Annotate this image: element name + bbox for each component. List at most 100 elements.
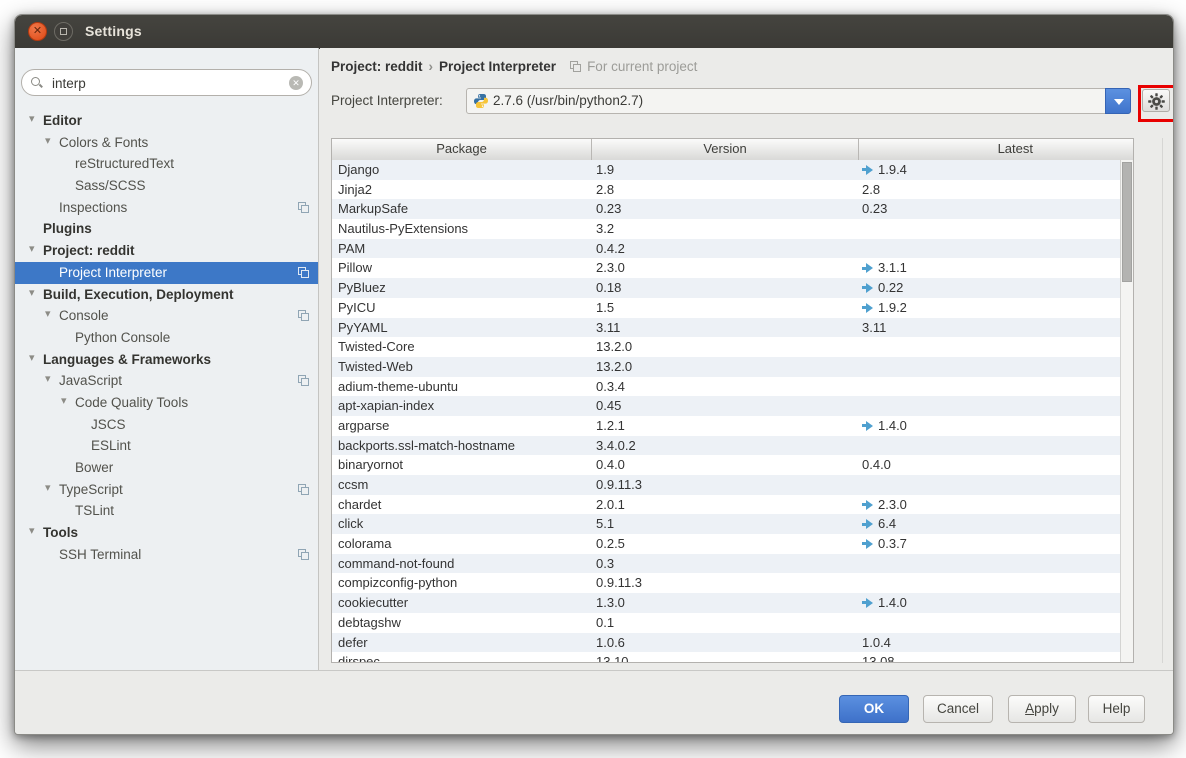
package-row-debtagshw[interactable]: debtagshw0.1 — [332, 613, 1133, 633]
sidebar-item-python-console[interactable]: Python Console — [15, 327, 318, 349]
package-row-twisted-web[interactable]: Twisted-Web13.2.0 — [332, 357, 1133, 377]
search-icon — [31, 77, 40, 86]
sidebar-item-ssh-terminal[interactable]: SSH Terminal — [15, 544, 318, 566]
package-version: 0.18 — [592, 278, 859, 298]
sidebar-item-label: Bower — [75, 460, 113, 475]
sidebar-item-project-interpreter[interactable]: Project Interpreter — [15, 262, 318, 284]
upgrade-arrow-icon — [862, 500, 873, 509]
sidebar-item-editor[interactable]: ▾Editor — [15, 110, 318, 132]
package-version: 13.10 — [592, 652, 859, 663]
expander-arrow-icon[interactable]: ▾ — [29, 286, 35, 299]
package-latest: 0.4.0 — [859, 455, 1133, 475]
sidebar-item-bower[interactable]: Bower — [15, 457, 318, 479]
package-row-django[interactable]: Django1.91.9.4 — [332, 160, 1133, 180]
sidebar-item-tools[interactable]: ▾ Tools — [15, 522, 318, 544]
package-row-binaryornot[interactable]: binaryornot0.4.00.4.0 — [332, 455, 1133, 475]
search-input[interactable] — [50, 73, 284, 94]
upgrade-arrow-icon — [862, 165, 873, 174]
sidebar-item-label: Tools — [43, 525, 78, 540]
package-row-markupsafe[interactable]: MarkupSafe0.230.23 — [332, 199, 1133, 219]
sidebar-item-restructuredtext[interactable]: reStructuredText — [15, 153, 318, 175]
package-row-click[interactable]: click5.16.4 — [332, 514, 1133, 534]
sidebar-item-build-execution-deployment[interactable]: ▾Build, Execution, Deployment — [15, 284, 318, 306]
package-latest: 0.22 — [859, 278, 1133, 298]
expander-arrow-icon[interactable]: ▾ — [61, 394, 67, 407]
sidebar-item-label: Project Interpreter — [59, 265, 167, 280]
expander-arrow-icon[interactable]: ▾ — [45, 372, 51, 385]
help-button[interactable]: Help — [1088, 695, 1145, 723]
sidebar-item-sass-scss[interactable]: Sass/SCSS — [15, 175, 318, 197]
breadcrumb: Project: reddit›Project InterpreterFor c… — [331, 59, 697, 74]
column-header-version[interactable]: Version — [592, 139, 859, 160]
package-row-ccsm[interactable]: ccsm0.9.11.3 — [332, 475, 1133, 495]
package-row-dirspec[interactable]: dirspec13.1013.08 — [332, 652, 1133, 663]
sidebar-item-label: TSLint — [75, 503, 114, 518]
package-row-compizconfig-python[interactable]: compizconfig-python0.9.11.3 — [332, 573, 1133, 593]
sidebar-item-languages-frameworks[interactable]: ▾Languages & Frameworks — [15, 349, 318, 371]
expander-arrow-icon[interactable]: ▾ — [45, 134, 51, 147]
table-header[interactable]: PackageVersionLatest — [332, 139, 1133, 161]
packages-table[interactable]: PackageVersionLatest Django1.91.9.4Jinja… — [331, 138, 1134, 663]
package-latest: 0.23 — [859, 199, 1133, 219]
package-row-backports-ssl-match-hostname[interactable]: backports.ssl-match-hostname3.4.0.2 — [332, 436, 1133, 456]
package-row-cookiecutter[interactable]: cookiecutter1.3.01.4.0 — [332, 593, 1133, 613]
sidebar-item-plugins[interactable]: Plugins — [15, 218, 318, 240]
package-row-pillow[interactable]: Pillow2.3.03.1.1 — [332, 258, 1133, 278]
apply-button[interactable]: Apply — [1008, 695, 1076, 723]
package-row-colorama[interactable]: colorama0.2.50.3.7 — [332, 534, 1133, 554]
package-row-pybluez[interactable]: PyBluez0.180.22 — [332, 278, 1133, 298]
latest-version-text: 0.23 — [862, 199, 887, 219]
sidebar-item-code-quality-tools[interactable]: ▾Code Quality Tools — [15, 392, 318, 414]
window-maximize-button[interactable] — [54, 22, 73, 41]
package-name: Nautilus-PyExtensions — [332, 219, 592, 239]
column-header-latest[interactable]: Latest — [859, 139, 1133, 160]
package-name: PyBluez — [332, 278, 592, 298]
expander-arrow-icon[interactable]: ▾ — [29, 524, 35, 537]
package-row-argparse[interactable]: argparse1.2.11.4.0 — [332, 416, 1133, 436]
interpreter-gear-button[interactable] — [1142, 89, 1170, 112]
expander-arrow-icon[interactable]: ▾ — [45, 307, 51, 320]
expander-arrow-icon[interactable]: ▾ — [29, 242, 35, 255]
package-version: 1.3.0 — [592, 593, 859, 613]
expander-arrow-icon[interactable]: ▾ — [29, 112, 35, 125]
package-version: 0.2.5 — [592, 534, 859, 554]
sidebar-item-eslint[interactable]: ESLint — [15, 435, 318, 457]
package-row-jinja2[interactable]: Jinja22.82.8 — [332, 180, 1133, 200]
package-row-command-not-found[interactable]: command-not-found0.3 — [332, 554, 1133, 574]
window-close-button[interactable]: ✕ — [28, 22, 47, 41]
clear-search-icon[interactable]: ✕ — [289, 76, 303, 90]
expander-arrow-icon[interactable]: ▾ — [45, 481, 51, 494]
upgrade-arrow-icon — [862, 264, 873, 273]
ok-button[interactable]: OK — [839, 695, 909, 723]
expander-arrow-icon[interactable]: ▾ — [29, 351, 35, 364]
package-row-defer[interactable]: defer1.0.61.0.4 — [332, 633, 1133, 653]
package-name: cookiecutter — [332, 593, 592, 613]
package-row-adium-theme-ubuntu[interactable]: adium-theme-ubuntu0.3.4 — [332, 377, 1133, 397]
package-row-pyyaml[interactable]: PyYAML3.113.11 — [332, 318, 1133, 338]
package-row-chardet[interactable]: chardet2.0.12.3.0 — [332, 495, 1133, 515]
table-scrollbar[interactable] — [1120, 160, 1133, 662]
cancel-button[interactable]: Cancel — [923, 695, 993, 723]
package-name: chardet — [332, 495, 592, 515]
sidebar-item-inspections[interactable]: Inspections — [15, 197, 318, 219]
sidebar-item-javascript[interactable]: ▾JavaScript — [15, 370, 318, 392]
interpreter-combobox[interactable]: 2.7.6 (/usr/bin/python2.7) — [466, 88, 1131, 114]
scrollbar-thumb[interactable] — [1122, 162, 1132, 282]
latest-version-text: 1.9.2 — [878, 298, 907, 318]
sidebar-item-typescript[interactable]: ▾TypeScript — [15, 479, 318, 501]
title-bar[interactable]: ✕ Settings — [15, 15, 1173, 49]
package-row-twisted-core[interactable]: Twisted-Core13.2.0 — [332, 337, 1133, 357]
settings-search-box[interactable]: ✕ — [21, 69, 312, 96]
package-row-nautilus-pyextensions[interactable]: Nautilus-PyExtensions3.2 — [332, 219, 1133, 239]
sidebar-item-jscs[interactable]: JSCS — [15, 414, 318, 436]
package-name: dirspec — [332, 652, 592, 663]
package-row-apt-xapian-index[interactable]: apt-xapian-index0.45 — [332, 396, 1133, 416]
sidebar-item-colors-fonts[interactable]: ▾Colors & Fonts — [15, 132, 318, 154]
package-row-pyicu[interactable]: PyICU1.51.9.2 — [332, 298, 1133, 318]
interpreter-dropdown-button[interactable] — [1105, 88, 1131, 114]
sidebar-item-tslint[interactable]: TSLint — [15, 500, 318, 522]
sidebar-item-console[interactable]: ▾Console — [15, 305, 318, 327]
sidebar-item-project-reddit[interactable]: ▾Project: reddit — [15, 240, 318, 262]
package-row-pam[interactable]: PAM0.4.2 — [332, 239, 1133, 259]
column-header-package[interactable]: Package — [332, 139, 592, 160]
